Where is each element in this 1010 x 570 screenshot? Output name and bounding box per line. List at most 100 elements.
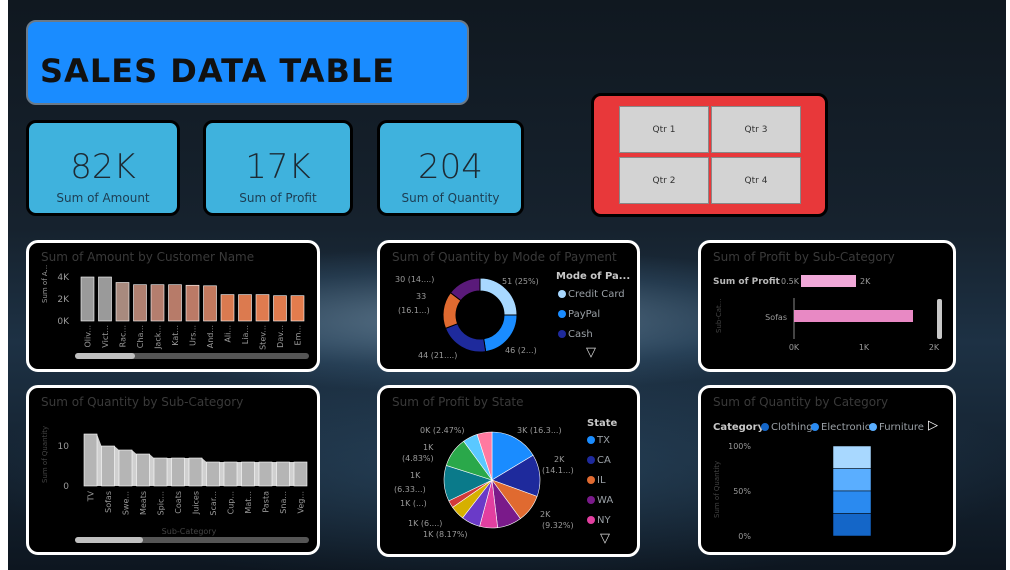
legend-item-wa[interactable]: WA — [587, 495, 613, 506]
data-label: 46 (2...) — [505, 346, 537, 355]
quantity-subcategory-svg: 0 10 Sum of Quantity TV Sofas Swe... Meats Spic… — [41, 426, 308, 536]
data-label: (14.1...) — [542, 466, 574, 475]
legend-label: CA — [597, 455, 611, 466]
scrollbar-thumb[interactable] — [75, 353, 135, 359]
y-tick-label: 0% — [738, 532, 751, 541]
bar — [168, 284, 182, 322]
quantity-by-payment-chart[interactable]: Sum of Quantity by Mode of Payment 51 (2… — [377, 240, 640, 372]
amount-by-customer-chart[interactable]: Sum of Amount by Customer Name 0K 2K 4K Sum… — [26, 240, 320, 372]
right-edge — [1006, 0, 1010, 570]
data-label: (6.33...) — [394, 485, 426, 494]
bar — [80, 276, 95, 322]
kpi-card-profit[interactable]: 17K Sum of Profit — [203, 120, 353, 216]
bar — [101, 445, 115, 487]
legend-item-clothing[interactable]: Clothing — [761, 422, 813, 433]
legend-label: IL — [597, 475, 606, 486]
data-label: 3K (16.3...) — [517, 426, 562, 435]
scrollbar-thumb[interactable] — [75, 537, 143, 543]
y-tick-label: 0 — [63, 482, 69, 492]
quantity-by-category-chart[interactable]: Sum of Quantity by Category 0% 50% 100% Sum… — [698, 385, 956, 555]
y-axis-label: Sum of Quantity — [713, 461, 721, 518]
quantity-by-subcategory-chart[interactable]: Sum of Quantity by Sub-Category 0 10 Sum o… — [26, 385, 320, 555]
legend-dot — [558, 330, 566, 338]
x-tick-label: Cha... — [136, 325, 145, 348]
vertical-scrollbar[interactable] — [937, 299, 942, 339]
data-label: 44 (21....) — [418, 351, 457, 360]
legend-title: State — [587, 418, 618, 429]
legend-gradient — [801, 275, 856, 287]
data-label: 0K (2.47%) — [420, 426, 465, 435]
bar — [276, 461, 290, 487]
legend-item-paypal[interactable]: PayPal — [558, 309, 600, 320]
legend-item-ny[interactable]: NY — [587, 515, 611, 526]
qtr4-button[interactable]: Qtr 4 — [711, 157, 801, 204]
data-label: 1K (8.17%) — [423, 530, 468, 539]
legend-item-cash[interactable]: Cash — [558, 329, 593, 340]
bar — [293, 461, 308, 487]
bar — [794, 310, 913, 322]
bar — [188, 457, 203, 487]
qtr3-button[interactable]: Qtr 3 — [711, 106, 801, 153]
data-label: 30 (14....) — [395, 275, 434, 284]
bar — [273, 295, 287, 322]
legend-dot — [761, 423, 769, 431]
chevron-down-icon[interactable]: ▽ — [600, 531, 610, 546]
bar — [153, 457, 168, 487]
x-tick-label: Sna... — [279, 491, 288, 514]
y-tick-label: 4K — [57, 273, 70, 283]
x-tick-label: Jack... — [154, 325, 163, 350]
stacked-segment — [832, 445, 872, 469]
data-label: (4.83%) — [402, 454, 434, 463]
legend-label: Furniture — [879, 422, 924, 433]
chevron-down-icon[interactable]: ▽ — [586, 345, 596, 360]
legend-dot — [558, 290, 566, 298]
bar — [241, 461, 255, 487]
y-tick-label: 0K — [57, 317, 70, 327]
profit-by-subcategory-chart[interactable]: Sum of Profit by Sub-Category Sum of Pro… — [698, 240, 956, 372]
bar — [150, 284, 165, 322]
legend-dot — [587, 456, 595, 464]
kpi-value: 82K — [70, 147, 136, 187]
profit-by-state-chart[interactable]: Sum of Profit by State 3K (16.3...) 2K (14… — [377, 385, 640, 557]
bar — [238, 294, 252, 322]
quarter-slicer: Qtr 1 Qtr 3 Qtr 2 Qtr 4 — [591, 93, 828, 217]
bar — [83, 433, 98, 487]
bar — [220, 294, 235, 322]
legend-label: Credit Card — [568, 289, 625, 300]
bar — [206, 461, 220, 487]
legend-item-ca[interactable]: CA — [587, 455, 611, 466]
x-tick-label: Veg... — [297, 491, 306, 513]
qtr1-button[interactable]: Qtr 1 — [619, 106, 709, 153]
x-tick-label: Scar... — [209, 491, 218, 516]
x-tick-label: Lia... — [241, 325, 250, 344]
legend-label: WA — [597, 495, 614, 506]
legend-label: PayPal — [568, 309, 601, 320]
kpi-card-quantity[interactable]: 204 Sum of Quantity — [377, 120, 524, 216]
y-axis-label: Sum of A... — [41, 265, 49, 303]
chevron-right-icon[interactable]: ▷ — [928, 418, 938, 433]
data-label: 1K — [410, 471, 421, 480]
legend-dot — [587, 516, 595, 524]
bar — [118, 449, 133, 487]
legend-item-furniture[interactable]: Furniture — [869, 422, 924, 433]
x-tick-label: Urs... — [189, 325, 198, 346]
x-tick-label: Kat... — [171, 325, 180, 346]
legend-item-il[interactable]: IL — [587, 475, 606, 486]
x-tick-label: Em... — [294, 325, 303, 345]
legend-item-credit-card[interactable]: Credit Card — [558, 289, 625, 300]
legend-scale-max: 2K — [860, 277, 871, 286]
legend-scale-min: 0.5K — [781, 277, 800, 286]
legend-item-electronics[interactable]: Electronics — [811, 422, 876, 433]
legend-label: Clothing — [771, 422, 813, 433]
legend-item-tx[interactable]: TX — [587, 435, 610, 446]
data-label: 1K (...) — [400, 499, 427, 508]
bar — [223, 461, 238, 487]
left-edge — [0, 0, 8, 570]
qtr2-button[interactable]: Qtr 2 — [619, 157, 709, 204]
x-tick-label: Swe... — [122, 491, 131, 515]
kpi-value: 204 — [418, 147, 483, 187]
legend-dot — [587, 436, 595, 444]
x-tick-label: Stev... — [259, 325, 268, 350]
kpi-card-amount[interactable]: 82K Sum of Amount — [26, 120, 180, 216]
stacked-segment — [832, 490, 872, 514]
